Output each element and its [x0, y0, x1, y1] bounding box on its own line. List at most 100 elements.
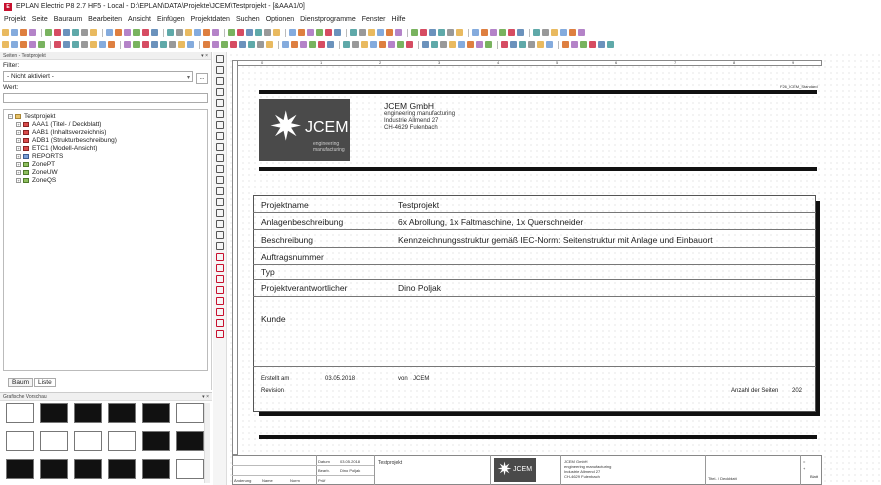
- toolbar-tool-icon[interactable]: [282, 41, 289, 48]
- toolbar-tool-icon[interactable]: [397, 41, 404, 48]
- toolbar-tool-icon[interactable]: [368, 29, 375, 36]
- tree-item[interactable]: + AAA1 (Titel- / Deckblatt): [8, 120, 203, 128]
- toolbar-tool-icon[interactable]: [90, 41, 97, 48]
- toolbar-tool-icon[interactable]: [422, 41, 429, 48]
- drawing-tool-icon[interactable]: [215, 209, 224, 217]
- filter-options-button[interactable]: ...: [196, 73, 208, 84]
- toolbar-tool-icon[interactable]: [472, 29, 479, 36]
- toolbar-tool-icon[interactable]: [551, 29, 558, 36]
- toolbar-tool-icon[interactable]: [212, 29, 219, 36]
- toolbar-tool-icon[interactable]: [318, 41, 325, 48]
- page-thumbnail[interactable]: [40, 459, 68, 479]
- toolbar-tool-icon[interactable]: [169, 41, 176, 48]
- toolbar-tool-icon[interactable]: [309, 41, 316, 48]
- toolbar-tool-icon[interactable]: [560, 29, 567, 36]
- toolbar-tool-icon[interactable]: [533, 29, 540, 36]
- toolbar-tool-icon[interactable]: [257, 41, 264, 48]
- page-thumbnail[interactable]: [108, 459, 136, 479]
- menu-fenster[interactable]: Fenster: [362, 16, 386, 23]
- toolbar-tool-icon[interactable]: [176, 29, 183, 36]
- toolbar-tool-icon[interactable]: [289, 29, 296, 36]
- menu-projektdaten[interactable]: Projektdaten: [191, 16, 230, 23]
- page-thumbnail[interactable]: [6, 459, 34, 479]
- toolbar-tool-icon[interactable]: [440, 41, 447, 48]
- tree-item[interactable]: + AAB1 (Inhaltsverzeichnis): [8, 128, 203, 136]
- toolbar-tool-icon[interactable]: [316, 29, 323, 36]
- drawing-tool-icon[interactable]: [215, 66, 224, 74]
- toolbar-tool-icon[interactable]: [2, 29, 9, 36]
- toolbar-tool-icon[interactable]: [307, 29, 314, 36]
- tree-item[interactable]: + ZoneQS: [8, 176, 203, 184]
- drawing-tool-icon[interactable]: [215, 143, 224, 151]
- tree-item[interactable]: + ETC1 (Modell-Ansicht): [8, 144, 203, 152]
- toolbar-tool-icon[interactable]: [203, 41, 210, 48]
- menu-bearbeiten[interactable]: Bearbeiten: [88, 16, 122, 23]
- tree-item[interactable]: + REPORTS: [8, 152, 203, 160]
- toolbar-tool-icon[interactable]: [334, 29, 341, 36]
- toolbar-tool-icon[interactable]: [361, 41, 368, 48]
- page-thumbnail[interactable]: [142, 403, 170, 423]
- toolbar-tool-icon[interactable]: [72, 41, 79, 48]
- toolbar-tool-icon[interactable]: [142, 29, 149, 36]
- page-thumbnail[interactable]: [74, 403, 102, 423]
- menu-projekt[interactable]: Projekt: [4, 16, 26, 23]
- toolbar-tool-icon[interactable]: [388, 41, 395, 48]
- pane-close-icon[interactable]: ▾ ×: [202, 394, 209, 400]
- pane-close-icon[interactable]: ▾ ×: [201, 53, 208, 59]
- menu-dienstprogramme[interactable]: Dienstprogramme: [300, 16, 356, 23]
- drawing-tool-icon[interactable]: [215, 253, 224, 261]
- menu-suchen[interactable]: Suchen: [236, 16, 260, 23]
- toolbar-tool-icon[interactable]: [124, 29, 131, 36]
- menu-bauraum[interactable]: Bauraum: [54, 16, 82, 23]
- toolbar-tool-icon[interactable]: [167, 29, 174, 36]
- toolbar-tool-icon[interactable]: [327, 41, 334, 48]
- toolbar-tool-icon[interactable]: [571, 41, 578, 48]
- expand-icon[interactable]: +: [16, 177, 21, 183]
- value-input[interactable]: [3, 93, 208, 103]
- drawing-tool-icon[interactable]: [215, 121, 224, 129]
- page-thumbnail[interactable]: [108, 403, 136, 423]
- toolbar-tool-icon[interactable]: [29, 29, 36, 36]
- toolbar-tool-icon[interactable]: [456, 29, 463, 36]
- toolbar-tool-icon[interactable]: [20, 29, 27, 36]
- toolbar-tool-icon[interactable]: [510, 41, 517, 48]
- toolbar-tool-icon[interactable]: [20, 41, 27, 48]
- toolbar-tool-icon[interactable]: [420, 29, 427, 36]
- toolbar-tool-icon[interactable]: [54, 29, 61, 36]
- toolbar-tool-icon[interactable]: [203, 29, 210, 36]
- tree-item[interactable]: + ADB1 (Strukturbeschreibung): [8, 136, 203, 144]
- drawing-tool-icon[interactable]: [215, 198, 224, 206]
- drawing-tool-icon[interactable]: [215, 99, 224, 107]
- toolbar-tool-icon[interactable]: [580, 41, 587, 48]
- drawing-tool-icon[interactable]: [215, 55, 224, 63]
- toolbar-tool-icon[interactable]: [255, 29, 262, 36]
- toolbar-tool-icon[interactable]: [90, 29, 97, 36]
- drawing-tool-icon[interactable]: [215, 308, 224, 316]
- drawing-tool-icon[interactable]: [215, 154, 224, 162]
- toolbar-tool-icon[interactable]: [528, 41, 535, 48]
- drawing-tool-icon[interactable]: [215, 319, 224, 327]
- toolbar-tool-icon[interactable]: [63, 29, 70, 36]
- page-thumbnail[interactable]: [142, 459, 170, 479]
- toolbar-tool-icon[interactable]: [377, 29, 384, 36]
- toolbar-tool-icon[interactable]: [467, 41, 474, 48]
- toolbar-tool-icon[interactable]: [542, 29, 549, 36]
- toolbar-tool-icon[interactable]: [2, 41, 9, 48]
- menu-einfuegen[interactable]: Einfügen: [157, 16, 185, 23]
- page-thumbnail[interactable]: [142, 431, 170, 451]
- drawing-tool-icon[interactable]: [215, 77, 224, 85]
- toolbar-tool-icon[interactable]: [142, 41, 149, 48]
- toolbar-tool-icon[interactable]: [386, 29, 393, 36]
- page-thumbnail[interactable]: [74, 459, 102, 479]
- page-thumbnail[interactable]: [6, 431, 34, 451]
- drawing-tool-icon[interactable]: [215, 165, 224, 173]
- page-thumbnail[interactable]: [176, 403, 204, 423]
- tab-baum[interactable]: Baum: [8, 378, 33, 387]
- tree-item[interactable]: − Testprojekt: [8, 112, 203, 120]
- toolbar-tool-icon[interactable]: [264, 29, 271, 36]
- toolbar-tool-icon[interactable]: [11, 41, 18, 48]
- drawing-tool-icon[interactable]: [215, 110, 224, 118]
- toolbar-tool-icon[interactable]: [11, 29, 18, 36]
- toolbar-tool-icon[interactable]: [476, 41, 483, 48]
- expand-icon[interactable]: +: [16, 121, 21, 127]
